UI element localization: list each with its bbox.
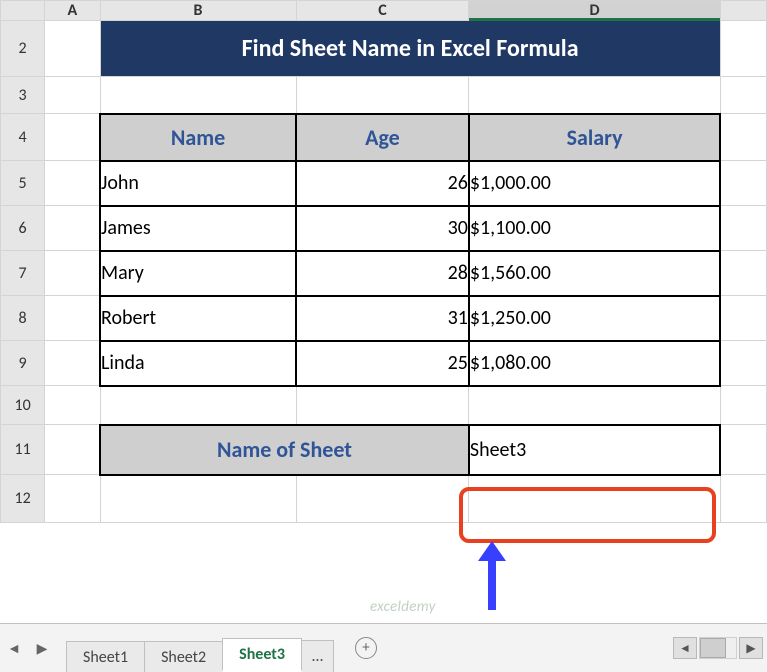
cell[interactable]	[469, 475, 720, 523]
row-header-3[interactable]: 3	[1, 77, 45, 114]
cell[interactable]	[296, 475, 469, 523]
tab-nav-prev[interactable]: ◄	[0, 634, 28, 662]
table-row[interactable]: 30	[296, 206, 469, 251]
row-header-4[interactable]: 4	[1, 114, 45, 161]
table-row[interactable]: Mary	[100, 251, 296, 296]
sheet-tab-strip: ◄ ▶ Sheet1 Sheet2 Sheet3 … + ◄ ▶	[0, 623, 767, 672]
tab-sheet3[interactable]: Sheet3	[222, 638, 302, 672]
scroll-left-icon[interactable]: ◄	[673, 637, 697, 659]
cell[interactable]	[720, 114, 766, 161]
row-header-6[interactable]: 6	[1, 206, 45, 251]
cell[interactable]	[720, 386, 766, 425]
table-row[interactable]: Linda	[100, 341, 296, 386]
cell[interactable]	[45, 206, 100, 251]
currency-sign: $	[470, 351, 480, 375]
horizontal-scrollbar[interactable]: ◄ ▶	[653, 624, 763, 672]
table-row[interactable]: 31	[296, 296, 469, 341]
currency-sign: $	[470, 261, 480, 285]
salary-value: 1,000.00	[480, 171, 551, 195]
cell[interactable]	[720, 21, 766, 77]
cell[interactable]	[469, 386, 720, 425]
table-row[interactable]: $1,560.00	[469, 251, 720, 296]
row-header-5[interactable]: 5	[1, 161, 45, 206]
cell[interactable]	[100, 475, 296, 523]
row-header-8[interactable]: 8	[1, 296, 45, 341]
table-row[interactable]: $1,100.00	[469, 206, 720, 251]
col-header-A[interactable]: A	[45, 1, 100, 21]
cell[interactable]	[45, 386, 100, 425]
table-header-salary[interactable]: Salary	[469, 114, 720, 161]
col-header-extra[interactable]	[720, 1, 766, 21]
cell[interactable]	[469, 77, 720, 114]
currency-sign: $	[470, 171, 480, 195]
row-header-11[interactable]: 11	[1, 425, 45, 475]
table-row[interactable]: $1,080.00	[469, 341, 720, 386]
col-header-B[interactable]: B	[100, 1, 296, 21]
row-header-12[interactable]: 12	[1, 475, 45, 523]
salary-value: 1,560.00	[480, 261, 551, 285]
cell[interactable]	[45, 296, 100, 341]
cell[interactable]	[296, 386, 469, 425]
cell[interactable]	[720, 77, 766, 114]
salary-value: 1,100.00	[480, 216, 551, 240]
cell[interactable]	[720, 161, 766, 206]
tab-sheet2[interactable]: Sheet2	[144, 641, 223, 672]
table-header-name[interactable]: Name	[100, 114, 296, 161]
cell[interactable]	[45, 475, 100, 523]
row-header-7[interactable]: 7	[1, 251, 45, 296]
table-row[interactable]: $1,250.00	[469, 296, 720, 341]
table-row[interactable]: Robert	[100, 296, 296, 341]
table-row[interactable]: 28	[296, 251, 469, 296]
row-header-2[interactable]: 2	[1, 21, 45, 77]
tab-nav-next[interactable]: ▶	[28, 634, 56, 662]
currency-sign: $	[470, 306, 480, 330]
tab-sheet1[interactable]: Sheet1	[66, 641, 145, 672]
cell[interactable]	[45, 114, 100, 161]
cell[interactable]	[45, 341, 100, 386]
sheet-name-label[interactable]: Name of Sheet	[100, 425, 469, 475]
cell[interactable]	[45, 425, 100, 475]
table-row[interactable]: 25	[296, 341, 469, 386]
cell[interactable]	[45, 251, 100, 296]
table-row[interactable]: James	[100, 206, 296, 251]
cell[interactable]	[100, 77, 296, 114]
table-header-age[interactable]: Age	[296, 114, 469, 161]
row-header-10[interactable]: 10	[1, 386, 45, 425]
worksheet-grid[interactable]: A B C D 2 Find Sheet Name in Excel Formu…	[0, 0, 767, 623]
scroll-track[interactable]	[699, 637, 737, 659]
sheet-name-result[interactable]: Sheet3	[469, 425, 720, 475]
scroll-right-icon[interactable]: ▶	[739, 637, 763, 659]
col-header-C[interactable]: C	[296, 1, 469, 21]
currency-sign: $	[470, 216, 480, 240]
cell[interactable]	[720, 425, 766, 475]
select-all-corner[interactable]	[1, 1, 45, 21]
cell[interactable]	[100, 386, 296, 425]
cell[interactable]	[720, 206, 766, 251]
col-header-D[interactable]: D	[469, 1, 720, 21]
cell[interactable]	[720, 296, 766, 341]
cell[interactable]	[45, 77, 100, 114]
cell[interactable]	[45, 161, 100, 206]
row-header-9[interactable]: 9	[1, 341, 45, 386]
watermark: exceldemy	[370, 598, 436, 616]
scroll-thumb[interactable]	[700, 638, 726, 658]
table-row[interactable]: John	[100, 161, 296, 206]
cell[interactable]	[720, 475, 766, 523]
cell[interactable]	[720, 341, 766, 386]
table-row[interactable]: 26	[296, 161, 469, 206]
salary-value: 1,080.00	[480, 351, 551, 375]
page-title: Find Sheet Name in Excel Formula	[100, 21, 720, 77]
new-sheet-button[interactable]: +	[355, 637, 377, 659]
cell[interactable]	[720, 251, 766, 296]
tab-more[interactable]: …	[301, 640, 334, 672]
table-row[interactable]: $1,000.00	[469, 161, 720, 206]
cell[interactable]	[296, 77, 469, 114]
cell[interactable]	[45, 21, 100, 77]
salary-value: 1,250.00	[480, 306, 551, 330]
